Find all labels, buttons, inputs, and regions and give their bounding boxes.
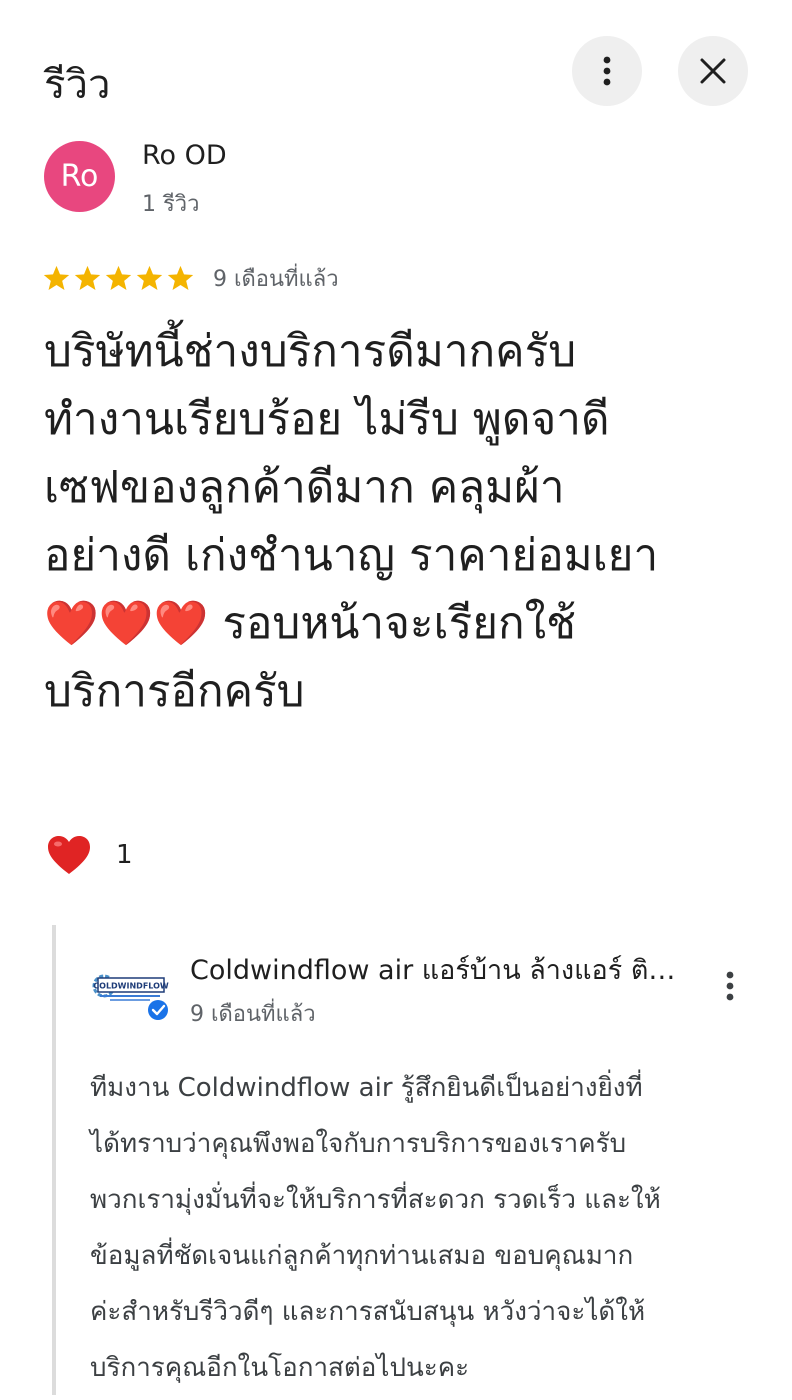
reaction-row[interactable]: 1 [46,832,133,878]
close-button[interactable] [678,36,748,106]
more-vertical-icon [726,971,734,1001]
star-icon [136,265,163,290]
review-time: 9 เดือนที่แล้ว [213,266,339,292]
owner-name[interactable]: Coldwindflow air แอร์บ้าน ล้างแอร์ ติดตั… [190,948,680,991]
close-icon [700,58,726,84]
owner-logo: COLDWINDFLOW [90,968,170,1020]
reviewer-name[interactable]: Ro OD [142,140,227,171]
star-icon [105,265,132,290]
logo-text: COLDWINDFLOW [93,982,169,991]
page-title: รีวิว [44,62,111,108]
rating-row: 9 เดือนที่แล้ว [42,258,339,298]
heart-icon[interactable] [46,834,92,876]
more-vertical-icon [603,56,611,86]
more-options-button[interactable] [572,36,642,106]
coldwindflow-logo: COLDWINDFLOW [92,974,169,1020]
reviewer-review-count: 1 รีวิว [142,192,200,217]
reply-divider [52,925,56,1395]
reaction-count: 1 [116,840,133,870]
avatar[interactable]: Ro [44,141,115,212]
avatar-initials: Ro [60,159,99,194]
review-header: รีวิว [0,0,792,140]
owner-reply-time: 9 เดือนที่แล้ว [190,1002,316,1027]
owner-reply-more-button[interactable] [712,964,748,1008]
star-icon [43,265,70,290]
star-rating [42,264,195,293]
star-icon [167,265,194,290]
owner-reply-text: ทีมงาน Coldwindflow air รู้สึกยินดีเป็นอ… [90,1073,661,1383]
star-icon [74,265,101,290]
review-text: บริษัทนี้ช่างบริการดีมากครับ ทำงานเรียบร… [44,326,659,717]
